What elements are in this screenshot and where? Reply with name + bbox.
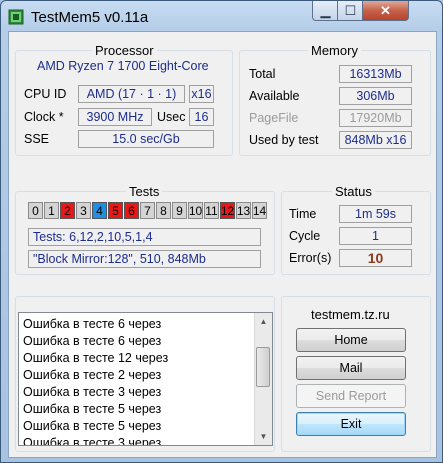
memory-group-label: Memory xyxy=(308,43,361,58)
status-group-label: Status xyxy=(332,184,375,199)
cycle-label: Cycle xyxy=(289,229,321,243)
test-cell: 7 xyxy=(140,202,155,219)
processor-group-label: Processor xyxy=(92,43,157,58)
app-icon xyxy=(8,9,24,25)
test-cell: 12 xyxy=(220,202,235,219)
errors-count: 10 xyxy=(367,250,384,266)
cycle-value: 1 xyxy=(339,227,412,245)
list-item[interactable]: Ошибка в тесте 6 через xyxy=(23,316,251,333)
current-test: "Block Mirror:128", 510, 848Mb xyxy=(28,250,261,268)
pagefile-value: 17920Mb xyxy=(339,109,412,127)
scroll-down-arrow-icon[interactable]: ▼ xyxy=(255,428,272,445)
test-cell: 14 xyxy=(252,202,267,219)
main-window: TestMem5 v0.11a ▁ ☐ ✕ Processor AMD Ryze… xyxy=(0,0,443,463)
errors-value: 10 xyxy=(339,249,412,267)
minimize-icon: ▁ xyxy=(320,2,331,18)
minimize-button[interactable]: ▁ xyxy=(312,1,339,21)
title-bar[interactable]: TestMem5 v0.11a ▁ ☐ ✕ xyxy=(1,1,442,31)
list-item[interactable]: Ошибка в тесте 5 через xyxy=(23,401,251,418)
tests-group-label: Tests xyxy=(126,184,163,199)
maximize-icon: ☐ xyxy=(344,2,357,18)
home-button[interactable]: Home xyxy=(296,328,406,352)
error-log-items: Ошибка в тесте 6 через Ошибка в тесте 6 ч… xyxy=(23,316,251,445)
total-value: 16313Mb xyxy=(339,65,412,83)
window-title: TestMem5 v0.11a xyxy=(31,9,149,26)
maximize-button[interactable]: ☐ xyxy=(337,1,364,21)
sse-label: SSE xyxy=(24,132,50,146)
available-value: 306Mb xyxy=(339,87,412,105)
error-log-list[interactable]: Ошибка в тесте 6 через Ошибка в тесте 6 ч… xyxy=(18,312,273,446)
test-sequence: Tests: 6,12,2,10,5,1,4 xyxy=(28,228,261,246)
test-cell: 5 xyxy=(108,202,123,219)
errors-label: Error(s) xyxy=(289,251,332,265)
test-cell: 1 xyxy=(44,202,59,219)
test-cell: 10 xyxy=(188,202,203,219)
cpu-id-value: AMD (17 · 1 · 1) xyxy=(78,85,185,103)
available-label: Available xyxy=(249,89,300,103)
test-cell: 4 xyxy=(92,202,107,219)
test-cell: 8 xyxy=(156,202,171,219)
clock-label: Clock * xyxy=(24,110,64,124)
list-item[interactable]: Ошибка в тесте 3 через xyxy=(23,384,251,401)
test-cell: 11 xyxy=(204,202,219,219)
list-item[interactable]: Ошибка в тесте 6 через xyxy=(23,333,251,350)
site-link[interactable]: testmem.tz.ru xyxy=(311,307,390,322)
cpu-name: AMD Ryzen 7 1700 Eight-Core xyxy=(37,59,209,73)
cpu-id-label: CPU ID xyxy=(24,87,67,101)
mail-button[interactable]: Mail xyxy=(296,356,406,380)
list-item[interactable]: Ошибка в тесте 5 через xyxy=(23,418,251,435)
test-cell: 9 xyxy=(172,202,187,219)
list-item[interactable]: Ошибка в тесте 3 через xyxy=(23,435,251,445)
usec-value: 16 xyxy=(189,108,214,126)
scroll-thumb[interactable] xyxy=(256,347,270,387)
test-cell: 3 xyxy=(76,202,91,219)
test-cell: 0 xyxy=(28,202,43,219)
test-cell: 2 xyxy=(60,202,75,219)
test-cell: 6 xyxy=(124,202,139,219)
total-label: Total xyxy=(249,67,276,81)
cpu-threads-value: x16 xyxy=(189,85,214,103)
list-item[interactable]: Ошибка в тесте 12 через xyxy=(23,350,251,367)
test-cell: 13 xyxy=(236,202,251,219)
time-value: 1m 59s xyxy=(339,205,412,223)
pagefile-label: PageFile xyxy=(249,111,299,125)
usec-label: Usec xyxy=(157,110,186,124)
used-by-test-label: Used by test xyxy=(249,133,319,147)
close-icon: ✕ xyxy=(380,2,391,18)
send-report-button[interactable]: Send Report xyxy=(296,384,406,408)
close-button[interactable]: ✕ xyxy=(362,1,409,21)
scroll-up-arrow-icon[interactable]: ▲ xyxy=(255,313,272,330)
used-by-test-value: 848Mb x16 xyxy=(339,131,412,149)
list-item[interactable]: Ошибка в тесте 2 через xyxy=(23,367,251,384)
sse-value: 15.0 sec/Gb xyxy=(78,130,214,148)
log-scrollbar[interactable]: ▲ ▼ xyxy=(254,313,272,445)
time-label: Time xyxy=(289,207,317,221)
exit-button[interactable]: Exit xyxy=(296,412,406,436)
clock-value: 3900 MHz xyxy=(78,108,152,126)
client-area: Processor AMD Ryzen 7 1700 Eight-Core CP… xyxy=(8,31,437,458)
